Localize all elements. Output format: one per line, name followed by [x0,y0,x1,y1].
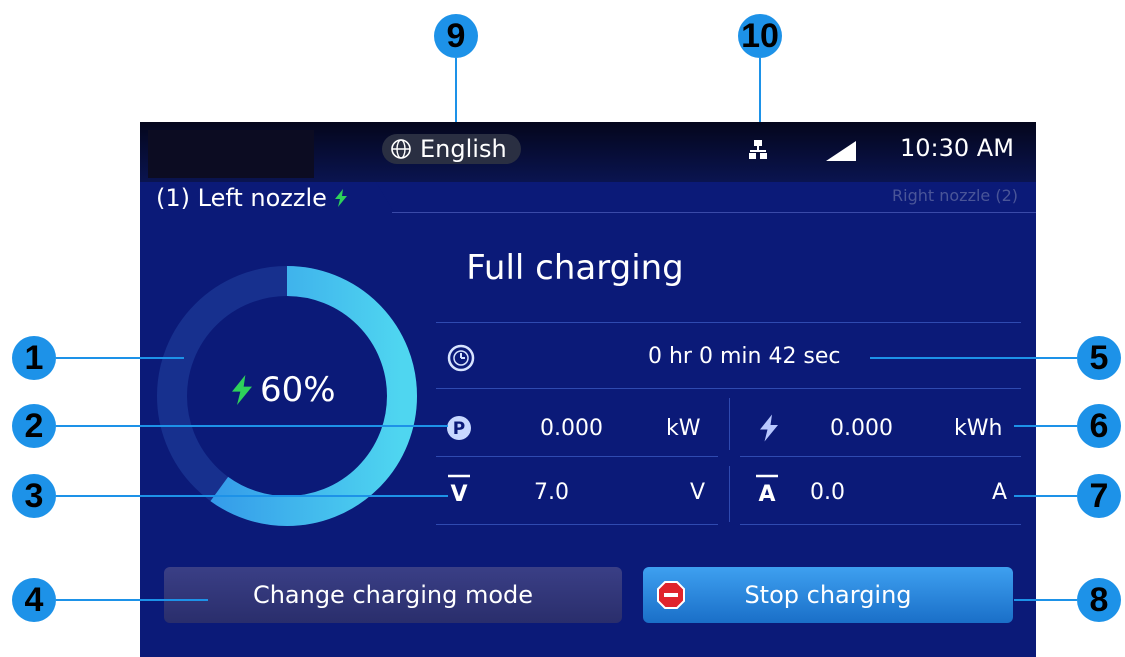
change-charging-mode-label: Change charging mode [252,581,534,609]
voltage-value: 7.0 [534,480,569,505]
divider [729,398,730,450]
callout-4: 4 [12,578,56,622]
callout-8-leader [1014,599,1077,601]
status-bar: English 10:30 AM [140,122,1036,182]
charge-percent: 60% [232,370,336,410]
callout-3: 3 [12,474,56,518]
current-avg-icon: A [756,474,778,504]
callout-5-leader [870,357,1077,359]
divider [436,322,1021,323]
current-unit: A [992,480,1008,505]
charger-screen: English 10:30 AM (1) Left nozzle Right n… [140,122,1036,657]
callout-7: 7 [1077,474,1121,518]
power-icon: P [447,416,471,440]
callout-6: 6 [1077,404,1121,448]
svg-text:P: P [453,419,465,439]
elapsed-time: 0 hr 0 min 42 sec [648,344,841,369]
logo-placeholder [148,130,314,178]
divider [436,388,1021,389]
callout-5: 5 [1077,336,1121,380]
signal-icon [826,141,856,161]
callout-4-leader [56,599,208,601]
callout-3-leader [56,495,448,497]
tab-left-nozzle[interactable]: (1) Left nozzle [140,182,395,214]
voltage-unit: V [690,480,706,505]
callout-6-leader [1014,425,1077,427]
energy-value: 0.000 [830,416,893,441]
energy-bolt-icon [760,414,778,442]
language-label: English [420,135,507,163]
charging-status: Full charging [466,248,684,288]
stop-charging-button[interactable]: Stop charging [643,567,1013,623]
voltage-avg-icon: V [448,474,470,504]
divider [729,466,730,522]
change-charging-mode-button[interactable]: Change charging mode [164,567,622,623]
callout-10: 10 [738,14,782,58]
callout-7-leader [1014,495,1077,497]
divider [740,524,1021,525]
power-unit: kW [666,416,701,441]
timer-icon [447,344,475,372]
callout-2-leader [56,425,448,427]
current-value: 0.0 [810,480,845,505]
language-selector[interactable]: English [382,134,521,164]
stop-icon [657,581,685,609]
divider [436,524,718,525]
globe-icon [391,139,411,159]
svg-text:A: A [758,482,775,504]
charge-percent-label: 60% [260,370,336,410]
callout-9: 9 [434,14,478,58]
tab-left-label: (1) Left nozzle [156,184,327,212]
tab-divider [392,212,1036,213]
bolt-icon [232,375,252,405]
energy-unit: kWh [954,416,1003,441]
divider [436,456,718,457]
callout-1: 1 [12,336,56,380]
callout-8: 8 [1077,578,1121,622]
divider [740,456,1021,457]
power-value: 0.000 [540,416,603,441]
svg-text:V: V [450,482,467,504]
tab-right-nozzle[interactable]: Right nozzle (2) [892,186,1018,205]
clock: 10:30 AM [900,134,1014,162]
network-icon [749,140,767,159]
callout-2: 2 [12,404,56,448]
bolt-icon [334,189,347,207]
stop-charging-label: Stop charging [744,581,912,609]
callout-1-leader [56,357,184,359]
